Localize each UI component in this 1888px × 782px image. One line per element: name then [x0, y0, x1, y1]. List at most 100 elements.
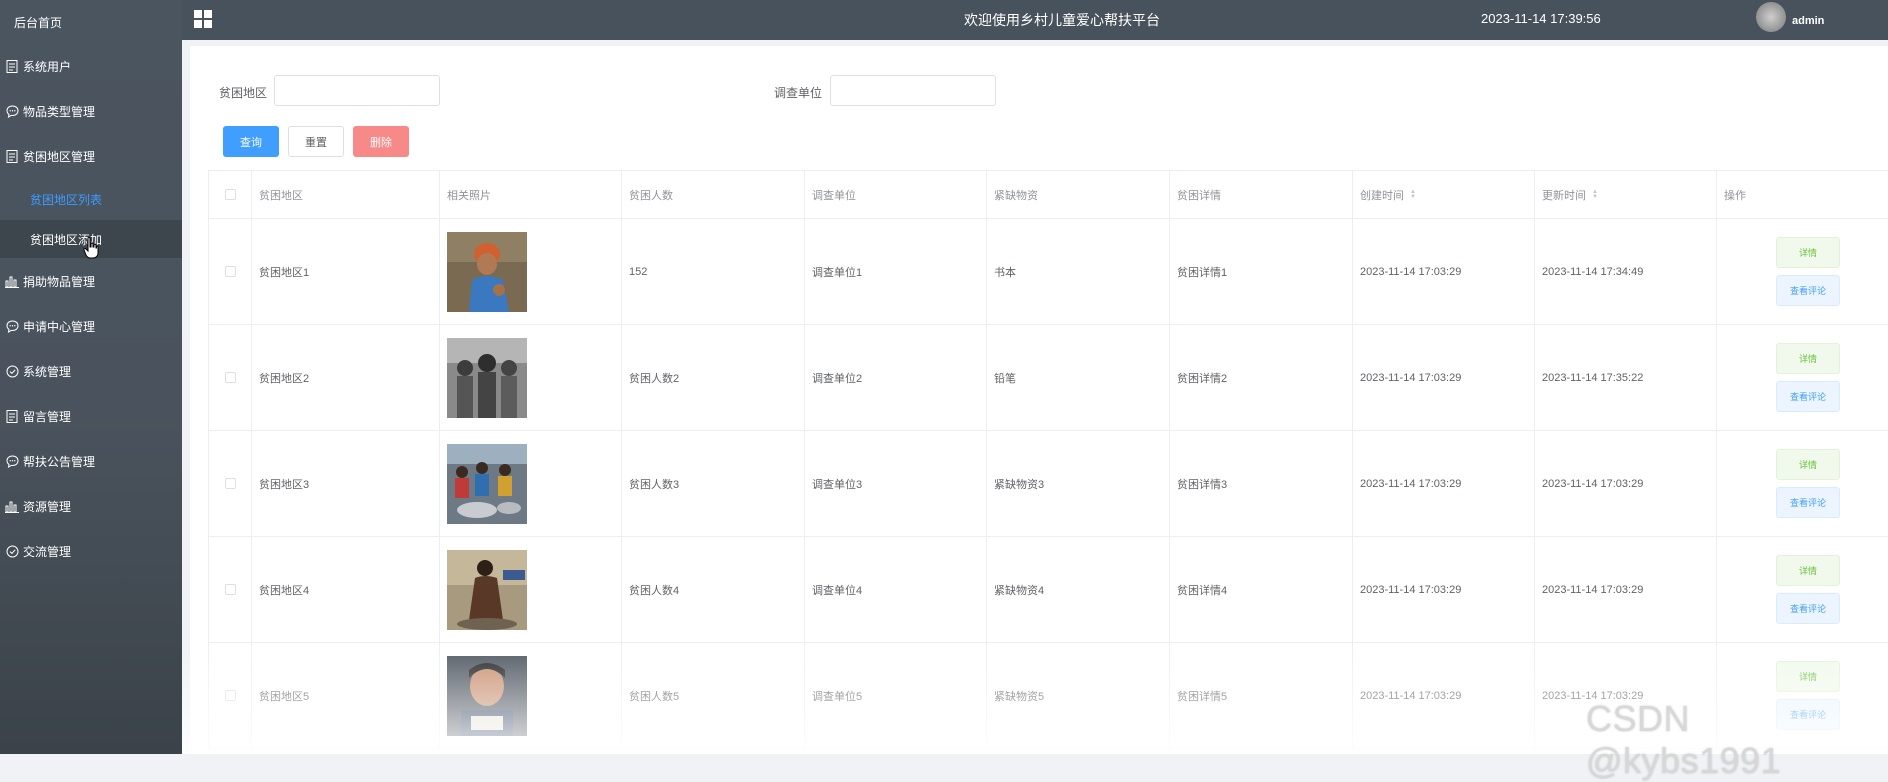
row-checkbox-cell[interactable]: [208, 219, 252, 324]
created-cell: 2023-11-14 17:03:29: [1353, 643, 1535, 748]
unit-filter-input[interactable]: [830, 75, 996, 106]
check-circle-icon: [5, 544, 19, 558]
supplies-cell: 书本: [987, 219, 1170, 324]
header-supplies: 紧缺物资: [987, 171, 1170, 218]
sidebar-item-label: 系统管理: [23, 364, 72, 379]
sidebar-item-label: 贫困地区管理: [23, 149, 96, 164]
watermark: CSDN @kybs1991: [1586, 698, 1782, 781]
chat-icon: [5, 454, 19, 468]
reset-button[interactable]: 重置: [288, 126, 344, 157]
delete-button[interactable]: 删除: [353, 126, 409, 157]
actions-cell: 详情 查看评论: [1717, 325, 1888, 430]
photo-cell: [440, 219, 622, 324]
sidebar-item-label: 资源管理: [23, 499, 72, 514]
detail-button[interactable]: 详情: [1776, 449, 1840, 480]
sidebar-item-exchange[interactable]: 交流管理: [0, 533, 182, 569]
checkbox[interactable]: [224, 372, 236, 383]
main-content: 贫困地区 调查单位 查询 重置 删除 贫困地区 相关照片 贫困人数 调查单位 紧…: [190, 46, 1888, 754]
sidebar-item-messages[interactable]: 留言管理: [0, 398, 182, 434]
region-photo[interactable]: [447, 231, 527, 312]
supplies-cell: 紧缺物资5: [987, 643, 1170, 748]
sidebar-item-item-types[interactable]: 物品类型管理: [0, 93, 182, 129]
header-created-label: 创建时间: [1360, 189, 1404, 202]
supplies-cell: 铅笔: [987, 325, 1170, 430]
document-icon: [5, 149, 19, 163]
created-cell: 2023-11-14 17:03:29: [1353, 325, 1535, 430]
header-region: 贫困地区: [252, 171, 440, 218]
sidebar-item-label: 申请中心管理: [23, 319, 96, 334]
checkbox[interactable]: [224, 478, 236, 489]
region-photo[interactable]: [447, 655, 527, 736]
supplies-cell: 紧缺物资3: [987, 431, 1170, 536]
header-detail: 贫困详情: [1170, 171, 1353, 218]
sidebar-item-application-center[interactable]: 申请中心管理: [0, 308, 182, 344]
table-row: 贫困地区1 152 调查单位1 书本 贫困详情1 2023-11-14 17:0…: [208, 219, 1888, 325]
checkbox[interactable]: [224, 189, 236, 200]
sidebar-item-resources[interactable]: 资源管理: [0, 488, 182, 524]
detail-button[interactable]: 详情: [1776, 555, 1840, 586]
unit-cell: 调查单位1: [805, 219, 987, 324]
region-photo[interactable]: [447, 443, 527, 524]
sidebar-item-label: 交流管理: [23, 544, 72, 559]
row-checkbox-cell[interactable]: [208, 537, 252, 642]
supplies-cell: 紧缺物资4: [987, 537, 1170, 642]
region-photo[interactable]: [447, 337, 527, 418]
table-header: 贫困地区 相关照片 贫困人数 调查单位 紧缺物资 贫困详情 创建时间 ▲ ▼ 更新…: [208, 171, 1888, 219]
checkbox[interactable]: [224, 266, 236, 277]
sidebar-item-announcements[interactable]: 帮扶公告管理: [0, 443, 182, 479]
sidebar-home-link[interactable]: 后台首页: [14, 14, 62, 31]
header-updated[interactable]: 更新时间 ▲ ▼: [1535, 171, 1717, 218]
photo-cell: [440, 431, 622, 536]
created-cell: 2023-11-14 17:03:29: [1353, 431, 1535, 536]
sidebar-item-label: 帮扶公告管理: [23, 454, 96, 469]
view-comments-button[interactable]: 查看评论: [1776, 593, 1840, 624]
photo-cell: [440, 643, 622, 748]
region-filter-input[interactable]: [274, 75, 440, 106]
sort-icon[interactable]: ▲ ▼: [1592, 189, 1598, 200]
sidebar-item-system-management[interactable]: 系统管理: [0, 353, 182, 389]
region-cell: 贫困地区1: [252, 219, 440, 324]
header-created[interactable]: 创建时间 ▲ ▼: [1353, 171, 1535, 218]
view-comments-button[interactable]: 查看评论: [1776, 275, 1840, 306]
detail-cell: 贫困详情1: [1170, 219, 1353, 324]
sort-icon[interactable]: ▲ ▼: [1410, 189, 1416, 200]
detail-button[interactable]: 详情: [1776, 343, 1840, 374]
sidebar-item-label: 捐助物品管理: [23, 274, 96, 289]
unit-filter-label: 调查单位: [774, 86, 823, 100]
checkbox[interactable]: [224, 584, 236, 595]
header-photo: 相关照片: [440, 171, 622, 218]
view-comments-button[interactable]: 查看评论: [1776, 487, 1840, 518]
row-checkbox-cell[interactable]: [208, 325, 252, 430]
avatar[interactable]: [1756, 2, 1786, 32]
row-checkbox-cell[interactable]: [208, 643, 252, 748]
header-count: 贫困人数: [622, 171, 805, 218]
sidebar-item-donation-items[interactable]: 捐助物品管理: [0, 263, 182, 299]
username[interactable]: admin: [1792, 15, 1824, 27]
view-comments-button[interactable]: 查看评论: [1776, 381, 1840, 412]
hand-cursor-icon: [83, 236, 99, 259]
sidebar-item-system-users[interactable]: 系统用户: [0, 48, 182, 84]
sidebar-item-poverty-region[interactable]: 贫困地区管理: [0, 138, 182, 174]
updated-cell: 2023-11-14 17:03:29: [1535, 537, 1717, 642]
table-row: 贫困地区2 贫困人数2 调查单位2 铅笔 贫困详情2 2023-11-14 17…: [208, 325, 1888, 431]
detail-button[interactable]: 详情: [1776, 661, 1840, 692]
photo-cell: [440, 537, 622, 642]
region-cell: 贫困地区3: [252, 431, 440, 536]
checkbox[interactable]: [224, 690, 236, 701]
count-cell: 152: [622, 219, 805, 324]
document-icon: [5, 59, 19, 73]
header-updated-label: 更新时间: [1542, 189, 1586, 202]
row-checkbox-cell[interactable]: [208, 431, 252, 536]
updated-cell: 2023-11-14 17:34:49: [1535, 219, 1717, 324]
query-button[interactable]: 查询: [223, 126, 279, 157]
region-photo[interactable]: [447, 549, 527, 630]
detail-cell: 贫困详情4: [1170, 537, 1353, 642]
actions-cell: 详情 查看评论: [1717, 431, 1888, 536]
menu-grid-icon[interactable]: [194, 10, 212, 28]
header-select-all-checkbox[interactable]: [208, 171, 252, 218]
detail-cell: 贫困详情5: [1170, 643, 1353, 748]
photo-cell: [440, 325, 622, 430]
detail-button[interactable]: 详情: [1776, 237, 1840, 268]
unit-cell: 调查单位5: [805, 643, 987, 748]
sidebar-subitem-region-list[interactable]: 贫困地区列表: [0, 180, 182, 218]
